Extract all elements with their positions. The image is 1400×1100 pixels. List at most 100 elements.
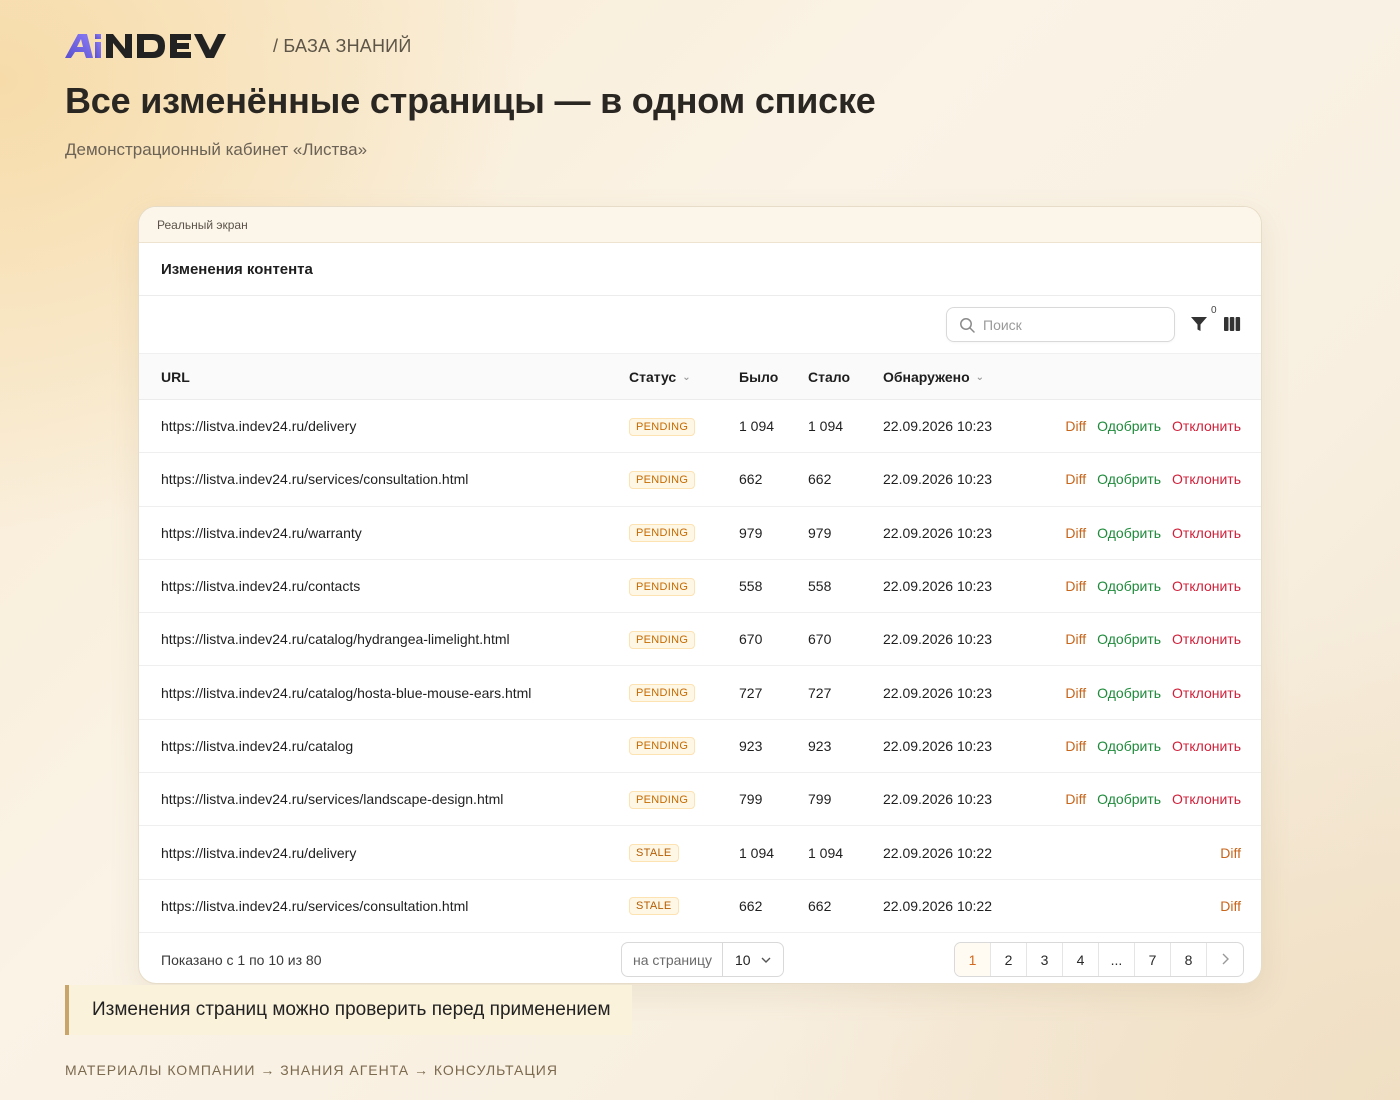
row-detected: 22.09.2026 10:23: [883, 772, 1033, 827]
row-url: https://listva.indev24.ru/warranty: [139, 506, 629, 560]
table-footer: Показано с 1 по 10 из 80 на страницу 10 …: [139, 930, 1261, 983]
row-actions: Diff Одобрить Отклонить: [1033, 612, 1261, 667]
row-url: https://listva.indev24.ru/services/consu…: [139, 879, 629, 933]
diff-link[interactable]: Diff: [1220, 845, 1241, 861]
page-button[interactable]: 8: [1171, 943, 1207, 976]
per-page-select[interactable]: 10: [723, 943, 783, 976]
row-actions: Diff Одобрить Отклонить: [1033, 772, 1261, 827]
row-status-cell: PENDING: [629, 665, 739, 720]
reject-link[interactable]: Отклонить: [1172, 525, 1241, 541]
bottom-breadcrumb[interactable]: МАТЕРИАЛЫ КОМПАНИИ → ЗНАНИЯ АГЕНТА → КОН…: [65, 1062, 558, 1078]
row-after: 662: [808, 452, 883, 507]
diff-link[interactable]: Diff: [1065, 418, 1086, 434]
column-header-before: Было: [739, 353, 808, 400]
row-after: 662: [808, 879, 883, 933]
approve-link[interactable]: Одобрить: [1097, 738, 1161, 754]
filter-icon[interactable]: [1189, 314, 1209, 334]
callout-note: Изменения страниц можно проверить перед …: [65, 985, 632, 1035]
search-input[interactable]: [983, 316, 1163, 333]
diff-link[interactable]: Diff: [1065, 738, 1086, 754]
approve-link[interactable]: Одобрить: [1097, 418, 1161, 434]
chevron-down-icon: [761, 957, 771, 963]
per-page-value: 10: [734, 952, 751, 968]
section-breadcrumb[interactable]: / БАЗА ЗНАНИЙ: [273, 36, 411, 57]
pagination: 1 2 3 4... 7 8: [954, 942, 1244, 977]
table-row: https://listva.indev24.ru/services/lands…: [139, 772, 1261, 827]
row-after: 727: [808, 665, 883, 720]
table-row: https://listva.indev24.ru/delivery PENDIN…: [139, 399, 1261, 454]
row-url: https://listva.indev24.ru/catalog/hydran…: [139, 612, 629, 667]
row-status-cell: PENDING: [629, 506, 739, 560]
row-after: 558: [808, 559, 883, 614]
row-before: 979: [739, 506, 808, 560]
row-before: 727: [739, 665, 808, 720]
table-row: https://listva.indev24.ru/contacts PENDIN…: [139, 559, 1261, 614]
row-actions: Diff Одобрить Отклонить: [1033, 719, 1261, 774]
diff-link[interactable]: Diff: [1065, 685, 1086, 701]
status-badge: PENDING: [629, 630, 696, 649]
row-url: https://listva.indev24.ru/contacts: [139, 559, 629, 614]
row-actions: Diff Одобрить Отклонить: [1033, 452, 1261, 507]
row-detected: 22.09.2026 10:22: [883, 879, 1033, 933]
row-actions: Diff Одобрить Отклонить: [1033, 399, 1261, 454]
approve-link[interactable]: Одобрить: [1097, 471, 1161, 487]
row-before: 662: [739, 452, 808, 507]
row-before: 558: [739, 559, 808, 614]
diff-link[interactable]: Diff: [1065, 791, 1086, 807]
row-url: https://listva.indev24.ru/services/lands…: [139, 772, 629, 827]
page-button[interactable]: 3: [1027, 943, 1063, 976]
reject-link[interactable]: Отклонить: [1172, 578, 1241, 594]
diff-link[interactable]: Diff: [1065, 471, 1086, 487]
row-status-cell: PENDING: [629, 612, 739, 667]
diff-link[interactable]: Diff: [1220, 898, 1241, 914]
row-after: 670: [808, 612, 883, 667]
reject-link[interactable]: Отклонить: [1172, 631, 1241, 647]
page-button[interactable]: 2: [991, 943, 1027, 976]
row-actions: Diff Одобрить Отклонить: [1033, 506, 1261, 560]
approve-link[interactable]: Одобрить: [1097, 525, 1161, 541]
search-box[interactable]: [946, 307, 1175, 342]
aindev-logo[interactable]: [65, 33, 251, 59]
reject-link[interactable]: Отклонить: [1172, 418, 1241, 434]
filter-count-badge: 0: [1211, 305, 1217, 316]
chevron-right-icon: [1222, 953, 1229, 965]
approve-link[interactable]: Одобрить: [1097, 578, 1161, 594]
row-after: 799: [808, 772, 883, 827]
per-page-label: на страницу: [622, 943, 723, 976]
reject-link[interactable]: Отклонить: [1172, 738, 1241, 754]
diff-link[interactable]: Diff: [1065, 578, 1086, 594]
row-before: 662: [739, 879, 808, 933]
columns-icon[interactable]: [1223, 315, 1241, 333]
per-page-selector[interactable]: на страницу 10: [621, 942, 784, 977]
row-actions: Diff: [1033, 879, 1261, 933]
approve-link[interactable]: Одобрить: [1097, 791, 1161, 807]
row-url: https://listva.indev24.ru/catalog: [139, 719, 629, 774]
row-detected: 22.09.2026 10:23: [883, 665, 1033, 720]
diff-link[interactable]: Diff: [1065, 631, 1086, 647]
row-url: https://listva.indev24.ru/services/consu…: [139, 452, 629, 507]
status-badge: PENDING: [629, 470, 696, 489]
column-header-status[interactable]: Статус ⌄: [629, 353, 739, 400]
status-badge: PENDING: [629, 684, 696, 703]
reject-link[interactable]: Отклонить: [1172, 791, 1241, 807]
table-row: https://listva.indev24.ru/delivery STALE 1…: [139, 825, 1261, 880]
page-button[interactable]: 7: [1135, 943, 1171, 976]
row-status-cell: PENDING: [629, 559, 739, 614]
page-button[interactable]: 4: [1063, 943, 1099, 976]
approve-link[interactable]: Одобрить: [1097, 631, 1161, 647]
reject-link[interactable]: Отклонить: [1172, 471, 1241, 487]
column-header-detected[interactable]: Обнаружено ⌄: [883, 353, 1033, 400]
row-status-cell: PENDING: [629, 452, 739, 507]
reject-link[interactable]: Отклонить: [1172, 685, 1241, 701]
row-actions: Diff: [1033, 825, 1261, 880]
row-detected: 22.09.2026 10:23: [883, 559, 1033, 614]
status-badge: STALE: [629, 844, 679, 863]
page-button[interactable]: 1: [955, 943, 991, 976]
diff-link[interactable]: Diff: [1065, 525, 1086, 541]
column-header-after: Стало: [808, 353, 883, 400]
row-after: 923: [808, 719, 883, 774]
row-detected: 22.09.2026 10:23: [883, 506, 1033, 560]
approve-link[interactable]: Одобрить: [1097, 685, 1161, 701]
aindev-logo-mark: [65, 34, 226, 58]
next-page-button[interactable]: [1207, 943, 1243, 976]
